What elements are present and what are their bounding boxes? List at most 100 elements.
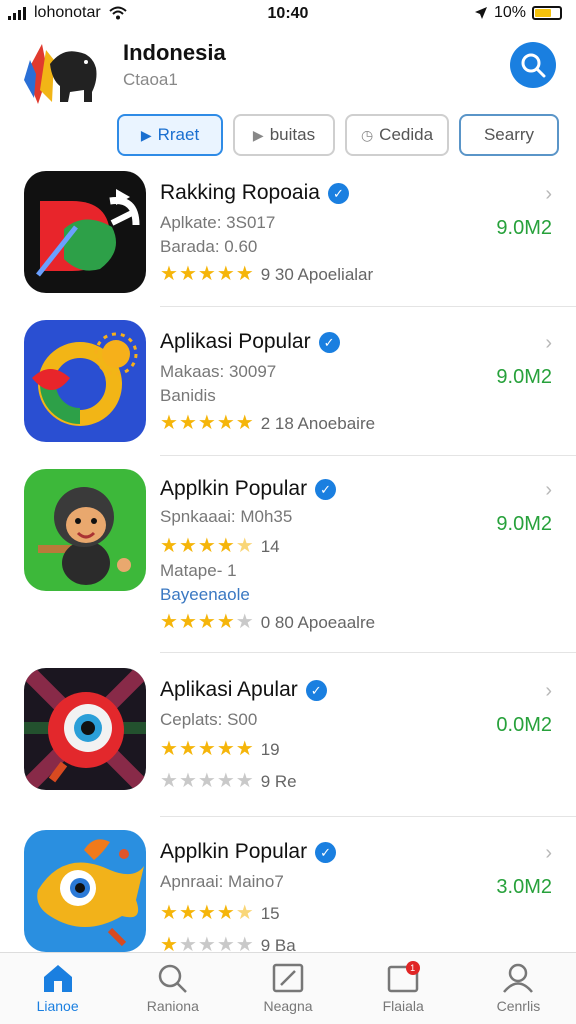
search-button[interactable] [510,42,556,88]
app-header: Indonesia Ctaoa1 [0,38,576,108]
tab-label: Flaiala [382,998,424,1014]
battery-percent: 10% [493,4,526,21]
rating-stars: ★★★★★ 0 80 Apoeaalre [160,609,375,634]
tab-flaiala[interactable]: 1 Flaiala [346,953,461,1024]
divider [160,816,576,817]
tab-label: Raniona [146,998,199,1014]
list-item[interactable]: Aplikasi Apular ✓ Ceplats: S00 ★★★★★ 19 ★★… [0,662,576,817]
search-icon [158,964,187,993]
tab-label: Neagna [263,998,313,1014]
verified-badge-icon: ✓ [315,479,337,500]
app-icon-aplikasi-popular [24,320,146,442]
divider [160,455,576,456]
star-rating-icon: ★★★★★ [160,902,255,924]
app-name: Applkin Popular [160,477,308,500]
divider [160,306,576,307]
app-meta: Banidis [160,386,216,405]
divider [160,652,576,653]
play-icon: ▶ [140,126,152,143]
battery-icon [532,6,562,20]
chip-searry[interactable]: Searry [459,114,559,156]
list-item[interactable]: Aplikasi Popular ✓ Makaas: 30097 Banidis … [0,314,576,456]
tab-label: Lianoe [36,998,79,1014]
rating-stars: ★★★★★ 2 18 Anoebaire [160,410,375,435]
clock-icon: ◷ [360,126,374,143]
list-item[interactable]: Rakking Ropoaia ✓ Aplkate: 3S017 Barada: … [0,165,576,307]
status-bar: lohonotar 10:40 10% [0,0,576,30]
star-rating-icon: ★★★★★ [160,263,255,285]
panther-logo-icon [24,44,97,104]
app-size: 9.0M2 [496,217,552,239]
chip-label: Searry [483,125,535,144]
chip-label: buitas [269,125,316,144]
app-meta: Ceplats: S00 [160,710,258,729]
page-title: Indonesia [123,40,226,65]
star-rating-icon: ★★★★★ [160,611,255,633]
chevron-right-icon: › [545,680,552,702]
search-icon [521,53,546,78]
app-name: Aplikasi Popular [160,330,311,353]
chevron-right-icon: › [545,332,552,354]
tab-cenrlis[interactable]: Cenrlis [461,953,576,1024]
app-icon-ropoaia [24,171,146,293]
chip-cedida[interactable]: ◷ Cedida [345,114,449,156]
list-item[interactable]: Applkin Popular ✓ Apnraai: Maino7 ★★★★★ 15… [0,824,576,956]
app-meta: Matape- 1 [160,561,237,580]
tab-raniona[interactable]: Raniona [115,953,230,1024]
chip-buitas[interactable]: ▶ buitas [233,114,335,156]
edit-icon [272,963,304,993]
battery-fill [535,9,551,17]
rating-text: 2 18 Anoebaire [260,414,376,433]
app-meta: Apnraai: Maino7 [160,872,284,891]
star-rating-icon: ★★★★★ [160,535,255,557]
verified-badge-icon: ✓ [318,332,340,353]
filter-chips: ▶ Rraet ▶ buitas ◷ Cedida Searry [117,114,559,156]
star-rating-icon: ★★★★★ [160,412,255,434]
rating-text: 14 [260,537,280,556]
app-name: Applkin Popular [160,840,308,863]
rating-stars: ★★★★★ 15 [160,900,280,925]
chevron-right-icon: › [545,842,552,864]
star-rating-icon: ★★★★★ [160,738,255,760]
home-icon [43,965,72,992]
app-size: 0.0M2 [496,714,552,736]
star-rating-icon: ★★★★★ [160,770,255,792]
app-meta: Spnkaaai: M0h35 [160,507,293,526]
play-icon: ▶ [252,126,264,143]
verified-badge-icon: ✓ [327,183,349,204]
app-size: 9.0M2 [496,366,552,388]
list-item[interactable]: Applkin Popular ✓ Spnkaaai: M0h35 ★★★★★ 14… [0,463,576,653]
tab-label: Cenrlis [496,998,541,1014]
app-icon-applkin-popular-fish [24,830,146,952]
app-name: Rakking Ropoaia [160,181,320,204]
page-subtitle: Ctaoa1 [123,70,178,89]
chevron-right-icon: › [545,479,552,501]
rating-text: 9 30 Apoelialar [260,265,374,284]
rating-stars: ★★★★★ 9 Re [160,768,297,793]
location-arrow-icon [474,7,487,19]
notification-badge: 1 [405,961,420,975]
rating-text: 9 Re [260,772,297,791]
app-icon-aplikasi-apular [24,668,146,790]
chip-label: Cedida [379,125,434,144]
app-size: 9.0M2 [496,513,552,535]
rating-stars: ★★★★★ 19 [160,736,280,761]
rating-stars: ★★★★★ 9 30 Apoelialar [160,261,373,286]
chevron-right-icon: › [545,183,552,205]
app-meta: Aplkate: 3S017 [160,213,276,232]
app-link[interactable]: Bayeenaole [160,585,250,605]
rating-text: 0 80 Apoeaalre [260,613,376,632]
chip-label: Rraet [157,125,200,144]
chip-rraet[interactable]: ▶ Rraet [117,114,223,156]
app-meta: Makaas: 30097 [160,362,277,381]
app-meta: Barada: 0.60 [160,237,258,256]
app-name: Aplikasi Apular [160,678,298,701]
tab-neagna[interactable]: Neagna [230,953,345,1024]
app-icon-applkin-popular [24,469,146,591]
bottom-tab-bar: Lianoe Raniona Neagna 1 Flaiala Cenrlis [0,952,576,1024]
tab-lianoe[interactable]: Lianoe [0,953,115,1024]
app-size: 3.0M2 [496,876,552,898]
rating-text: 19 [260,740,280,759]
profile-icon [503,963,534,993]
verified-badge-icon: ✓ [305,680,327,701]
